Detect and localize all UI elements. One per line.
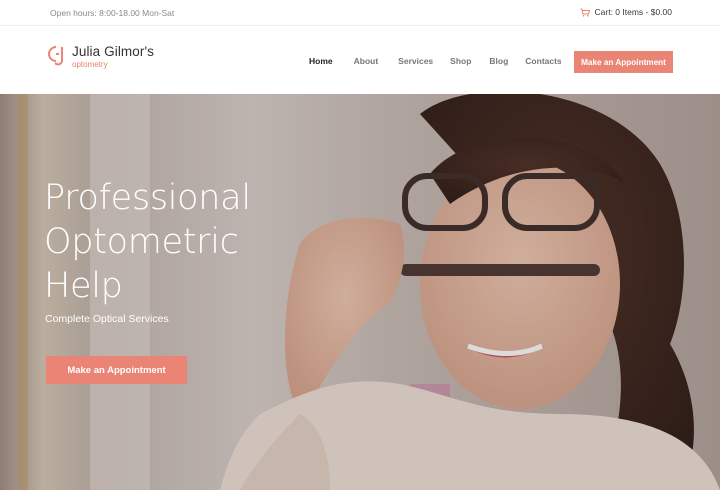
nav-blog[interactable]: Blog (489, 56, 508, 66)
hero-title-line: Optometric (44, 222, 239, 262)
opening-hours: Open hours: 8:00-18.00 Mon-Sat (50, 8, 175, 18)
site-header: Julia Gilmor's optometry Home About Serv… (0, 26, 720, 94)
top-bar: Open hours: 8:00-18.00 Mon-Sat Cart: 0 I… (0, 0, 720, 26)
hero-title: Professional Optometric Help (44, 176, 364, 308)
logo-mark-icon (48, 46, 63, 66)
hero-title-line: Professional (44, 178, 251, 218)
brand-logo[interactable]: Julia Gilmor's optometry (46, 44, 154, 69)
brand-name: Julia Gilmor's (72, 44, 154, 59)
header-appointment-button[interactable]: Make an Appointment (574, 51, 673, 73)
main-nav: Home About Services Shop Blog Contacts (309, 56, 562, 66)
cart-link[interactable]: Cart: 0 Items - $0.00 (580, 7, 672, 17)
hero-appointment-button[interactable]: Make an Appointment (46, 356, 187, 384)
nav-contacts[interactable]: Contacts (525, 56, 561, 66)
hero-banner: Professional Optometric Help Complete Op… (0, 94, 720, 490)
nav-home[interactable]: Home (309, 56, 333, 66)
hero-title-line: Help (44, 266, 123, 306)
brand-tagline: optometry (72, 60, 108, 69)
cart-icon (580, 8, 590, 17)
nav-services[interactable]: Services (398, 56, 433, 66)
cart-summary: Cart: 0 Items - $0.00 (594, 7, 672, 17)
nav-about[interactable]: About (354, 56, 379, 66)
nav-shop[interactable]: Shop (450, 56, 471, 66)
hero-subtitle: Complete Optical Services (45, 313, 169, 325)
